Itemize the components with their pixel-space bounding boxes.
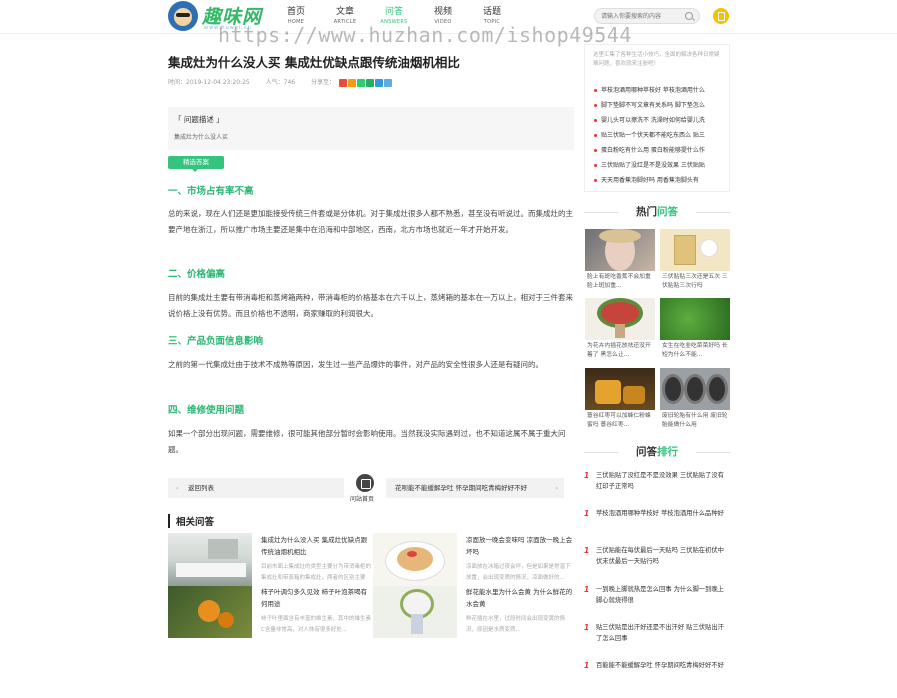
rank-number-icon: 1 bbox=[584, 546, 590, 555]
article-title: 集成灶为什么没人买 集成灶优缺点跟传统油烟机相比 bbox=[168, 55, 460, 70]
rank-number-icon: 1 bbox=[584, 509, 590, 518]
question-box: 「 问题描述 」 集成灶为什么没人买 bbox=[168, 107, 574, 150]
share-wechat-icon[interactable] bbox=[356, 78, 365, 87]
question-label: 「 问题描述 」 bbox=[174, 115, 224, 124]
hot-thumb-flowers[interactable] bbox=[585, 298, 655, 340]
related-thumbnail-kitchen[interactable] bbox=[168, 533, 252, 587]
related-title[interactable]: 集成灶为什么没人买 集成灶优缺点跟传统油烟机相比 bbox=[261, 534, 371, 558]
section-text: 之前的第一代集成灶由于技术不成熟等原因，发生过一些产品爆炸的事件，对产品的安全性… bbox=[168, 360, 543, 369]
hot-answer-caption[interactable]: 三伏贴贴三次还是五次 三伏贴贴三次行吗 bbox=[662, 273, 730, 291]
section-text: 目前的集成灶主要有带消毒柜和蒸烤箱两种，带消毒柜的价格基本在六千以上，蒸烤箱的基… bbox=[168, 293, 573, 318]
sidebar-list-item[interactable]: 婴儿头可以擦洗不 洗澡时如何给婴儿洗 bbox=[593, 115, 723, 124]
home-link-label[interactable]: 问站首页 bbox=[350, 494, 374, 503]
best-answer-badge: 精选答案 bbox=[168, 156, 224, 172]
user-icon[interactable] bbox=[713, 8, 729, 24]
hot-answer-caption[interactable]: 废旧轮胎有什么用 废旧轮胎能做什么用 bbox=[662, 412, 730, 430]
related-desc: 目前市面上集成灶的类型主要分为带消毒柜的集成灶和带蒸箱的集成灶，两者的区别主要是… bbox=[261, 564, 371, 581]
rank-number-icon: 1 bbox=[584, 585, 590, 594]
rank-item-text[interactable]: 贴三伏贴是出汗好还是不出汗好 贴三伏贴出汗了怎么回事 bbox=[596, 622, 730, 644]
rank-heading-part2: 排行 bbox=[657, 446, 678, 458]
article-views: 人气：746 bbox=[265, 79, 296, 86]
rank-item-text[interactable]: 一到晚上脚就热是怎么回事 为什么脚一到晚上脚心就烧得很 bbox=[596, 584, 730, 606]
sidebar-list-item[interactable]: 三伏贴贴了没红是不是没效果 三伏贴贴 bbox=[593, 160, 723, 169]
search-icon[interactable] bbox=[685, 12, 693, 20]
section-heading: 一、市场占有率不高 bbox=[168, 186, 254, 197]
question-text: 集成灶为什么没人买 bbox=[174, 134, 229, 141]
hot-answer-caption[interactable]: 脸上有斑吃香蕉不会加重 脸上斑加重... bbox=[587, 273, 655, 291]
sidebar-list-item[interactable]: 苹枝泡酒用哪种苹枝好 苹枝泡酒用什么 bbox=[593, 85, 723, 94]
hot-thumb-leeks[interactable] bbox=[660, 298, 730, 340]
search-input[interactable] bbox=[601, 11, 685, 21]
watermark-text: https://www.huzhan.com/ishop49544 bbox=[218, 23, 632, 47]
rank-item-text[interactable]: 三伏贴贴了没红是不是没效果 三伏贴贴了没有红印子正常吗 bbox=[596, 470, 730, 492]
related-thumbnail-noodles[interactable] bbox=[373, 533, 457, 587]
share-qzone-icon[interactable] bbox=[347, 78, 356, 87]
related-title[interactable]: 鲜花能水里为什么会黄 为什么鲜花的水会黄 bbox=[466, 586, 574, 610]
hot-answer-caption[interactable]: 女生在吃韭吃菜菜好吗 长短为什么不能... bbox=[662, 342, 730, 360]
section-text: 总的来说，现在人们还是更加能接受传统三件套或是分体机。对于集成灶很多人都不熟悉，… bbox=[168, 209, 573, 234]
hot-heading-part2: 问答 bbox=[657, 206, 678, 218]
hot-answer-caption[interactable]: 薏谷红枣可以加蜂仁粉蜂蜜吗 薏谷红枣... bbox=[587, 412, 655, 430]
rank-item-text[interactable]: 三伏贴能在每伏最后一天贴吗 三伏贴在初伏中伏末伏最后一天贴行吗 bbox=[596, 545, 730, 567]
rank-heading: 问答排行 bbox=[584, 444, 730, 459]
nav-article-label: 文章 bbox=[335, 7, 354, 17]
related-thumbnail-persimmon[interactable] bbox=[168, 586, 252, 638]
hot-answer-caption[interactable]: 为花卉内插花放祛还没开着了 黑怎么让... bbox=[587, 342, 655, 360]
nav-home-label: 首页 bbox=[286, 7, 305, 17]
nav-answers-label: 问答 bbox=[384, 7, 403, 17]
sidebar-list-item[interactable]: 贴三伏贴一个伏天都不能吃东西么 贴三 bbox=[593, 130, 723, 139]
share-label: 分享至： bbox=[311, 79, 336, 86]
home-icon[interactable] bbox=[356, 474, 374, 492]
rank-item-text[interactable]: 苹枝泡酒用哪种苹枝好 苹枝泡酒用什么品种好 bbox=[596, 508, 730, 519]
hot-thumb-tea[interactable] bbox=[585, 368, 655, 410]
sidebar-list-item[interactable]: 蛋白粉吃有什么用 蛋白粉能够提什么作 bbox=[593, 145, 723, 154]
page: 趣味网 www.huwei.cn 首页 HOME 文章 ARTICLE 问答 ANSW… bbox=[0, 0, 897, 698]
prev-link-label: 返回列表 bbox=[188, 484, 214, 492]
rank-number-icon: 1 bbox=[584, 471, 590, 480]
logo-mascot-icon bbox=[168, 1, 198, 31]
hot-thumb-face[interactable] bbox=[585, 229, 655, 271]
sidebar-list-item[interactable]: 脚下垫脚不写文章有关系吗 脚下垫怎么 bbox=[593, 100, 723, 109]
section-heading: 三、产品负面信息影响 bbox=[168, 336, 264, 347]
share-douban-icon[interactable] bbox=[365, 78, 374, 87]
sidebar-intro: 这里汇集了各种生活小技巧，全面的解决各种日常疑难问题，喜欢就来注册吧！ bbox=[593, 52, 720, 67]
hot-heading-part1: 热门 bbox=[636, 206, 657, 218]
section-heading: 二、价格偏高 bbox=[168, 269, 226, 280]
prev-link[interactable]: ‹ 返回列表 bbox=[168, 478, 344, 498]
rank-item-text[interactable]: 百能能不能缓解孕吐 怀孕期间吃青梅好好不好 bbox=[596, 660, 730, 671]
section-heading: 四、维修使用问题 bbox=[168, 405, 245, 416]
chevron-right-icon: › bbox=[555, 484, 558, 492]
chevron-left-icon: ‹ bbox=[176, 484, 179, 492]
nav-topic-label: 话题 bbox=[482, 7, 501, 17]
sidebar-box: 这里汇集了各种生活小技巧，全面的解决各种日常疑难问题，喜欢就来注册吧！ 苹枝泡酒… bbox=[584, 44, 730, 192]
related-title[interactable]: 凉面放一晚会变味吗 凉面放一晚上会坏吗 bbox=[466, 534, 574, 558]
related-desc: 鲜花插在水里，过段时间会出现变黄的情况，原因是水质变质... bbox=[466, 616, 566, 633]
related-thumbnail-flowers[interactable] bbox=[373, 586, 457, 638]
share-weibo-icon[interactable] bbox=[338, 78, 347, 87]
related-title[interactable]: 柿子叶调匀多久见效 柿子叶泡茶喝有何用途 bbox=[261, 586, 371, 610]
article-meta: 时间：2019-12-04 23:20:25 人气：746 分享至： bbox=[168, 77, 393, 87]
share-more-icon[interactable] bbox=[383, 78, 392, 87]
nav-video-label: 视频 bbox=[433, 7, 452, 17]
share-qq-icon[interactable] bbox=[374, 78, 383, 87]
section-text: 如果一个部分出现问题，需要维修，很可能其他部分暂时会影响使用。当然我没实际遇到过… bbox=[168, 429, 566, 454]
related-heading: 相关问答 bbox=[168, 514, 214, 528]
rank-heading-part1: 问答 bbox=[636, 446, 657, 458]
rank-number-icon: 1 bbox=[584, 623, 590, 632]
search-box bbox=[594, 8, 700, 24]
hot-thumb-patch[interactable] bbox=[660, 229, 730, 271]
article-time: 时间：2019-12-04 23:20:25 bbox=[168, 79, 250, 86]
next-link-label: 花呗能不能缓解孕吐 怀孕期间吃青梅好好不好 bbox=[395, 484, 528, 492]
sidebar-list-item[interactable]: 天天用香蕉泡脚好吗 用香蕉泡脚头有 bbox=[593, 175, 723, 184]
next-link[interactable]: 花呗能不能缓解孕吐 怀孕期间吃青梅好好不好 › bbox=[386, 478, 564, 498]
hot-answers-heading: 热门问答 bbox=[584, 204, 730, 219]
related-desc: 柿子叶里面含有丰富的维生素，其中的维生素C含量非常高，对人体有很多好处... bbox=[261, 616, 371, 633]
rank-number-icon: 1 bbox=[584, 661, 590, 670]
hot-thumb-tires[interactable] bbox=[660, 368, 730, 410]
related-desc: 凉面放在冰箱过夜会坏，但是如果是常温下放置，会出现变质的情况，凉面做好的... bbox=[466, 564, 571, 581]
